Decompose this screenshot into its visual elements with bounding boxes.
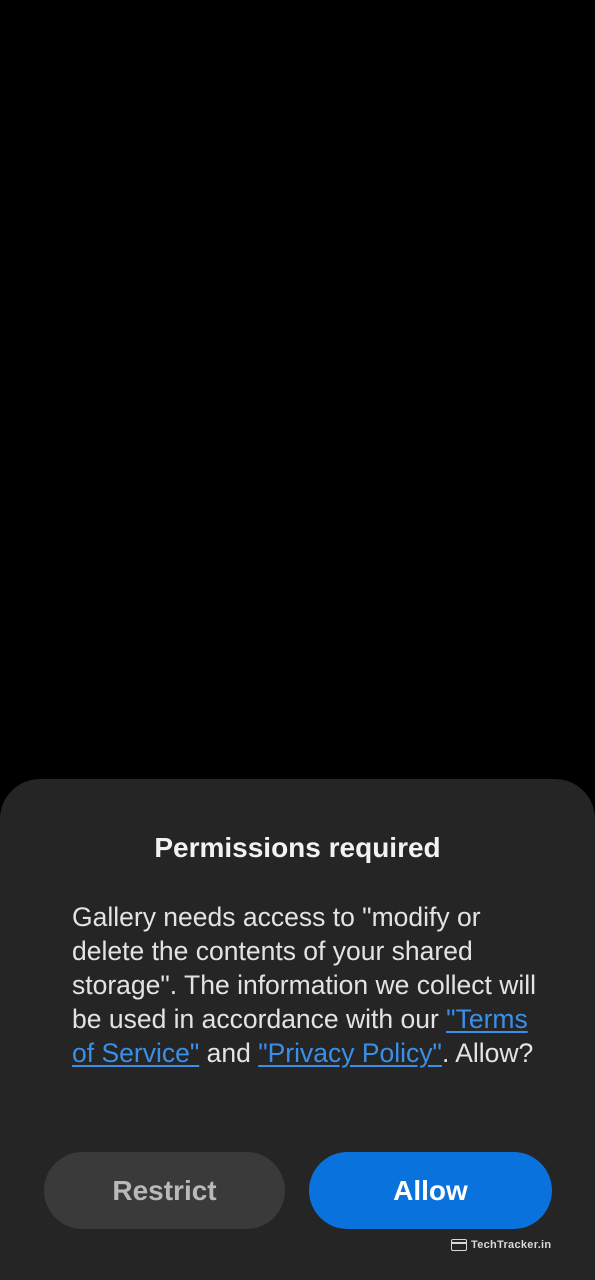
message-outro: . Allow?	[441, 1038, 534, 1068]
dialog-message: Gallery needs access to "modify or delet…	[72, 900, 542, 1070]
message-and: and	[199, 1038, 259, 1068]
dialog-title: Permissions required	[154, 832, 441, 863]
screen: Permissions required Gallery needs acces…	[0, 0, 595, 1280]
allow-button[interactable]: Allow	[309, 1152, 552, 1229]
permission-dialog: Permissions required Gallery needs acces…	[0, 779, 595, 1280]
restrict-button[interactable]: Restrict	[44, 1152, 285, 1229]
watermark: TechTracker.in	[451, 1239, 551, 1251]
browser-window-icon	[451, 1239, 467, 1251]
allow-button-label: Allow	[393, 1174, 468, 1206]
privacy-policy-link[interactable]: "Privacy Policy"	[258, 1038, 442, 1068]
restrict-button-label: Restrict	[112, 1174, 217, 1206]
watermark-text: TechTracker.in	[471, 1239, 552, 1251]
